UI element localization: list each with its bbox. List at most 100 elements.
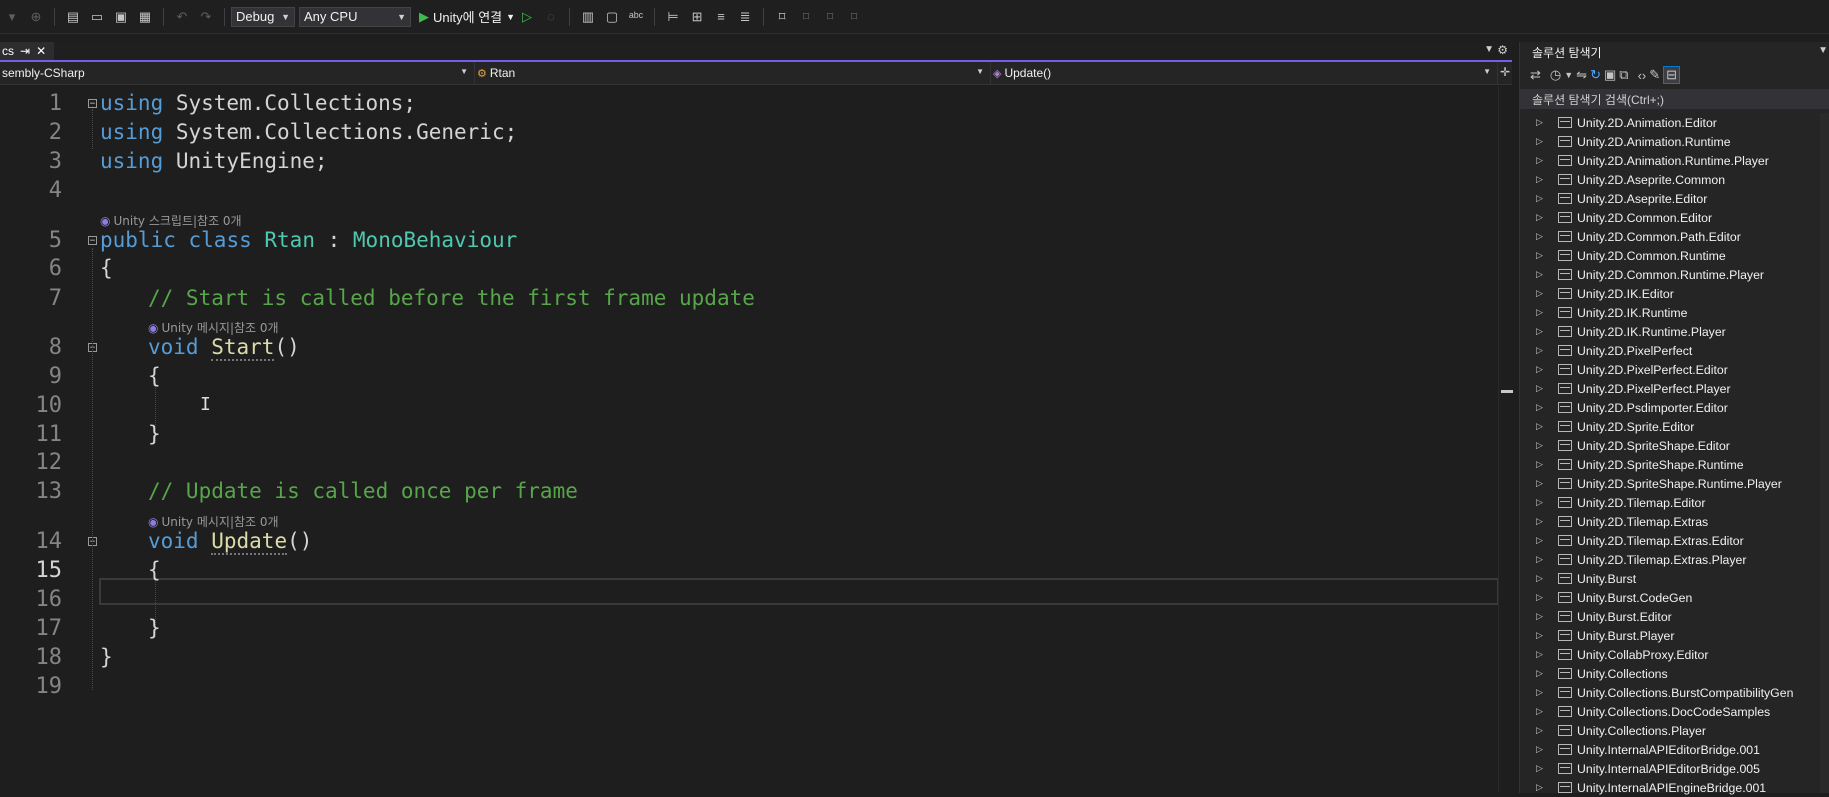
refresh-icon[interactable]: ↻ xyxy=(1590,67,1601,83)
tree-item[interactable]: ▷ Unity.2D.Animation.Runtime xyxy=(1520,132,1829,151)
uncomment-icon[interactable]: ≣ xyxy=(736,8,754,26)
align-icon[interactable]: ⊨ xyxy=(664,8,682,26)
expand-icon[interactable]: ▷ xyxy=(1536,250,1546,261)
tree-item[interactable]: ▷ Unity.2D.PixelPerfect.Player xyxy=(1520,379,1829,398)
forward-icon[interactable]: ⊕ xyxy=(27,8,45,26)
tree-item[interactable]: ▷ Unity.Collections.Player xyxy=(1520,721,1829,740)
properties-icon[interactable]: ✎ xyxy=(1649,67,1660,83)
tab-rtan-cs[interactable]: cs ⇥ ✕ xyxy=(0,42,54,60)
tab-list-dropdown-icon[interactable]: ▼ xyxy=(1484,44,1494,55)
tree-item[interactable]: ▷ Unity.Collections.DocCodeSamples xyxy=(1520,702,1829,721)
expand-icon[interactable]: ▷ xyxy=(1536,630,1546,641)
tree-item[interactable]: ▷ Unity.Burst.CodeGen xyxy=(1520,588,1829,607)
expand-icon[interactable]: ▷ xyxy=(1536,155,1546,166)
comment-icon[interactable]: ≡ xyxy=(712,8,730,26)
tree-item[interactable]: ▷ Unity.2D.Tilemap.Extras xyxy=(1520,512,1829,531)
tree-item[interactable]: ▷ Unity.2D.Psdimporter.Editor xyxy=(1520,398,1829,417)
solution-search-input[interactable]: 솔루션 탐색기 검색(Ctrl+;) xyxy=(1520,89,1829,109)
tree-item[interactable]: ▷ Unity.Collections.BurstCompatibilityGen xyxy=(1520,683,1829,702)
codelens-class[interactable]: ◉ Unity 스크립트|참조 0개 xyxy=(100,212,242,229)
back-icon[interactable]: ▾ xyxy=(3,8,21,26)
tree-item[interactable]: ▷ Unity.2D.SpriteShape.Runtime.Player xyxy=(1520,474,1829,493)
tree-item[interactable]: ▷ Unity.2D.PixelPerfect xyxy=(1520,341,1829,360)
sync-icon[interactable]: ⇋ xyxy=(1576,67,1587,83)
browse-icon[interactable]: ▥ xyxy=(579,8,597,26)
expand-icon[interactable]: ▷ xyxy=(1536,744,1546,755)
expand-icon[interactable]: ▷ xyxy=(1536,478,1546,489)
start-without-debug-icon[interactable]: ▷ xyxy=(518,8,536,26)
collapse-icon[interactable]: − xyxy=(88,236,97,246)
gear-icon[interactable]: ⚙ xyxy=(1497,43,1508,57)
redo-icon[interactable]: ↷ xyxy=(197,8,215,26)
expand-icon[interactable]: ▷ xyxy=(1536,725,1546,736)
tree-item[interactable]: ▷ Unity.2D.SpriteShape.Runtime xyxy=(1520,455,1829,474)
expand-icon[interactable]: ▷ xyxy=(1536,554,1546,565)
open-folder-icon[interactable]: ▭ xyxy=(88,8,106,26)
tree-item[interactable]: ▷ Unity.CollabProxy.Editor xyxy=(1520,645,1829,664)
code-text-area[interactable]: 1 2 3 4 5 6 7 8 9 10 11 12 13 14 15 16 1… xyxy=(0,86,1499,793)
expand-icon[interactable]: ▷ xyxy=(1536,611,1546,622)
expand-icon[interactable]: ▷ xyxy=(1536,649,1546,660)
codelens-start[interactable]: ◉ Unity 메시지|참조 0개 xyxy=(148,319,279,336)
bookmark-clear-icon[interactable]: ⌑ xyxy=(845,8,863,26)
new-project-icon[interactable]: ▤ xyxy=(64,8,82,26)
configuration-select[interactable]: Debug ▼ xyxy=(231,6,295,27)
expand-icon[interactable]: ▷ xyxy=(1536,592,1546,603)
split-icon[interactable]: ✛ xyxy=(1500,65,1510,79)
chevron-down-icon[interactable]: ▼ xyxy=(1564,70,1573,80)
member-dropdown[interactable]: ◈ Update() ▼ xyxy=(991,62,1498,84)
tree-item[interactable]: ▷ Unity.2D.Aseprite.Common xyxy=(1520,170,1829,189)
preview-selected-icon[interactable]: ⊟ xyxy=(1663,66,1681,84)
editor-vertical-scrollbar[interactable] xyxy=(1498,86,1513,793)
expand-icon[interactable]: ▷ xyxy=(1536,440,1546,451)
expand-icon[interactable]: ▷ xyxy=(1536,383,1546,394)
tree-item[interactable]: ▷ Unity.2D.IK.Editor xyxy=(1520,284,1829,303)
tree-item[interactable]: ▷ Unity.2D.Aseprite.Editor xyxy=(1520,189,1829,208)
expand-icon[interactable]: ▷ xyxy=(1536,174,1546,185)
tree-item[interactable]: ▷ Unity.InternalAPIEditorBridge.001 xyxy=(1520,740,1829,759)
expand-icon[interactable]: ▷ xyxy=(1536,459,1546,470)
undo-icon[interactable]: ↶ xyxy=(173,8,191,26)
expand-icon[interactable]: ▷ xyxy=(1536,231,1546,242)
expand-icon[interactable]: ▷ xyxy=(1536,117,1546,128)
view-code-icon[interactable]: ‹› xyxy=(1638,68,1647,83)
expand-icon[interactable]: ▷ xyxy=(1536,212,1546,223)
hot-reload-icon[interactable]: ◌ xyxy=(542,8,560,26)
collapse-all-icon[interactable]: ▣ xyxy=(1604,67,1616,83)
tree-item[interactable]: ▷ Unity.Collections xyxy=(1520,664,1829,683)
expand-icon[interactable]: ▷ xyxy=(1536,535,1546,546)
pin-icon[interactable]: ⇥ xyxy=(20,44,30,58)
expand-icon[interactable]: ▷ xyxy=(1536,782,1546,793)
close-icon[interactable]: ✕ xyxy=(36,44,46,58)
bookmark-next-icon[interactable]: ⌑ xyxy=(821,8,839,26)
expand-icon[interactable]: ▷ xyxy=(1536,193,1546,204)
expand-icon[interactable]: ▷ xyxy=(1536,706,1546,717)
expand-icon[interactable]: ▷ xyxy=(1536,573,1546,584)
expand-icon[interactable]: ▷ xyxy=(1536,345,1546,356)
tree-item[interactable]: ▷ Unity.2D.IK.Runtime.Player xyxy=(1520,322,1829,341)
spell-check-icon[interactable]: ᵃᵇᶜ xyxy=(627,8,645,26)
show-all-files-icon[interactable]: ⧉ xyxy=(1619,67,1628,83)
tree-item[interactable]: ▷ Unity.2D.IK.Runtime xyxy=(1520,303,1829,322)
tree-item[interactable]: ▷ Unity.2D.Common.Runtime xyxy=(1520,246,1829,265)
tree-item[interactable]: ▷ Unity.Burst.Player xyxy=(1520,626,1829,645)
expand-icon[interactable]: ▷ xyxy=(1536,326,1546,337)
collapse-icon[interactable]: − xyxy=(88,99,97,109)
project-dropdown[interactable]: sembly-CSharp ▼ xyxy=(0,62,475,84)
tree-item[interactable]: ▷ Unity.InternalAPIEngineBridge.001 xyxy=(1520,778,1829,797)
expand-icon[interactable]: ▷ xyxy=(1536,668,1546,679)
attach-unity-button[interactable]: ▶ Unity에 연결 ▼ xyxy=(419,7,515,26)
expand-icon[interactable]: ▷ xyxy=(1536,516,1546,527)
switch-views-icon[interactable]: ⇄ xyxy=(1530,67,1541,83)
tree-item[interactable]: ▷ Unity.2D.Tilemap.Extras.Editor xyxy=(1520,531,1829,550)
tree-item[interactable]: ▷ Unity.2D.Tilemap.Editor xyxy=(1520,493,1829,512)
codelens-update[interactable]: ◉ Unity 메시지|참조 0개 xyxy=(148,513,279,530)
tree-item[interactable]: ▷ Unity.Burst xyxy=(1520,569,1829,588)
tree-item[interactable]: ▷ Unity.2D.PixelPerfect.Editor xyxy=(1520,360,1829,379)
save-icon[interactable]: ▣ xyxy=(112,8,130,26)
expand-icon[interactable]: ▷ xyxy=(1536,421,1546,432)
tree-item[interactable]: ▷ Unity.Burst.Editor xyxy=(1520,607,1829,626)
tree-item[interactable]: ▷ Unity.2D.Sprite.Editor xyxy=(1520,417,1829,436)
expand-icon[interactable]: ▷ xyxy=(1536,402,1546,413)
tree-item[interactable]: ▷ Unity.InternalAPIEditorBridge.005 xyxy=(1520,759,1829,778)
